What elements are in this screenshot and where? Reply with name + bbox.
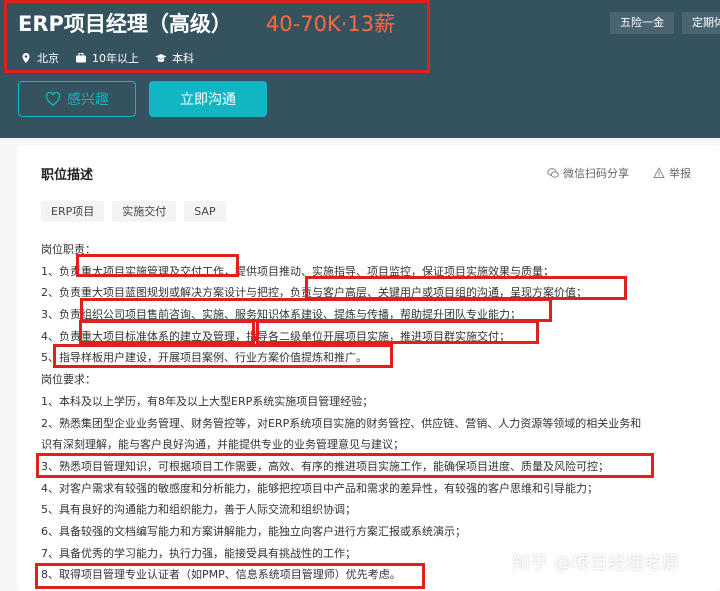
chat-button[interactable]: 立即沟通 xyxy=(149,81,267,117)
description-line: 6、具备较强的文档编写能力和方案讲解能力，能独立向客户进行方案汇报或系统演示； xyxy=(41,524,466,538)
share-label: 微信扫码分享 xyxy=(563,167,629,180)
description-line: 5、具有良好的沟通能力和组织能力，善于人际交流和组织协调； xyxy=(41,503,356,517)
heart-icon xyxy=(45,92,61,106)
card-title: 职位描述 xyxy=(41,168,94,183)
benefit-tag: 五险一金 xyxy=(610,12,674,34)
job-header: ERP项目经理（高级） 40-70K·13薪 北京 10年以上 本科 五险一金 … xyxy=(0,0,720,138)
description-line: 2、负责重大项目蓝图规划或解决方案设计与把控，负责与客户高层、关键用户或项目组的… xyxy=(41,286,587,300)
description-line: 2、熟悉集团型企业业务管理、财务管控等，对ERP系统项目实施的财务管控、供应链、… xyxy=(41,416,642,430)
description-line: 3、熟悉项目管理知识，可根据项目工作需要，高效、有序的推进项目实施工作，能确保项… xyxy=(41,459,609,473)
benefit-tag: 定期体检 xyxy=(682,12,720,34)
skill-tag: ERP项目 xyxy=(41,201,105,222)
description-line: 1、负责重大项目实施管理及交付工作，提供项目推动、实施指导、项目监控，保证项目实… xyxy=(41,264,554,278)
description-line: 3、负责组织公司项目售前咨询、实施、服务知识体系建设、提炼与传播，帮助提升团队专… xyxy=(41,308,521,322)
watermark: 知乎 @项目经理老原 xyxy=(512,553,680,574)
skill-tag: SAP xyxy=(184,201,226,222)
description-line: 1、本科及以上学历，有8年及以上大型ERP系统实施项目管理经验； xyxy=(41,394,374,408)
description-line: 岗位职责： xyxy=(41,243,96,256)
job-description-card: 职位描述 微信扫码分享 举报 ERP项目 实施交付 SAP 岗位职责： 1、负责… xyxy=(17,145,720,591)
job-description-text: 岗位职责： 1、负责重大项目实施管理及交付工作，提供项目推动、实施指导、项目监控… xyxy=(41,239,706,586)
description-line: 识有深刻理解，能与客户良好沟通，并能提供专业的业务管理意见与建议； xyxy=(41,438,404,452)
description-line: 4、负责重大项目标准体系的建立及管理，指导各二级单位开展项目实施，推进项目群实施… xyxy=(41,329,510,343)
highlight-box-header xyxy=(4,0,430,73)
description-line: 5、指导样板用户建设，开展项目案例、行业方案价值提炼和推广。 xyxy=(41,351,367,365)
chat-label: 立即沟通 xyxy=(180,92,236,108)
skill-tags: ERP项目 实施交付 SAP xyxy=(41,201,234,222)
warning-icon xyxy=(653,167,665,178)
report-link[interactable]: 举报 xyxy=(653,165,691,181)
interest-label: 感兴趣 xyxy=(67,92,109,108)
interest-button[interactable]: 感兴趣 xyxy=(18,81,136,117)
description-line: 岗位要求： xyxy=(41,373,96,387)
skill-tag: 实施交付 xyxy=(112,201,177,222)
benefit-tags: 五险一金 定期体检 xyxy=(610,12,720,34)
wechat-icon xyxy=(547,168,559,178)
description-line: 4、对客户需求有较强的敏感度和分析能力，能够把控项目中产品和需求的差异性，有较强… xyxy=(41,481,598,495)
report-label: 举报 xyxy=(669,167,691,180)
share-link[interactable]: 微信扫码分享 xyxy=(547,165,629,181)
